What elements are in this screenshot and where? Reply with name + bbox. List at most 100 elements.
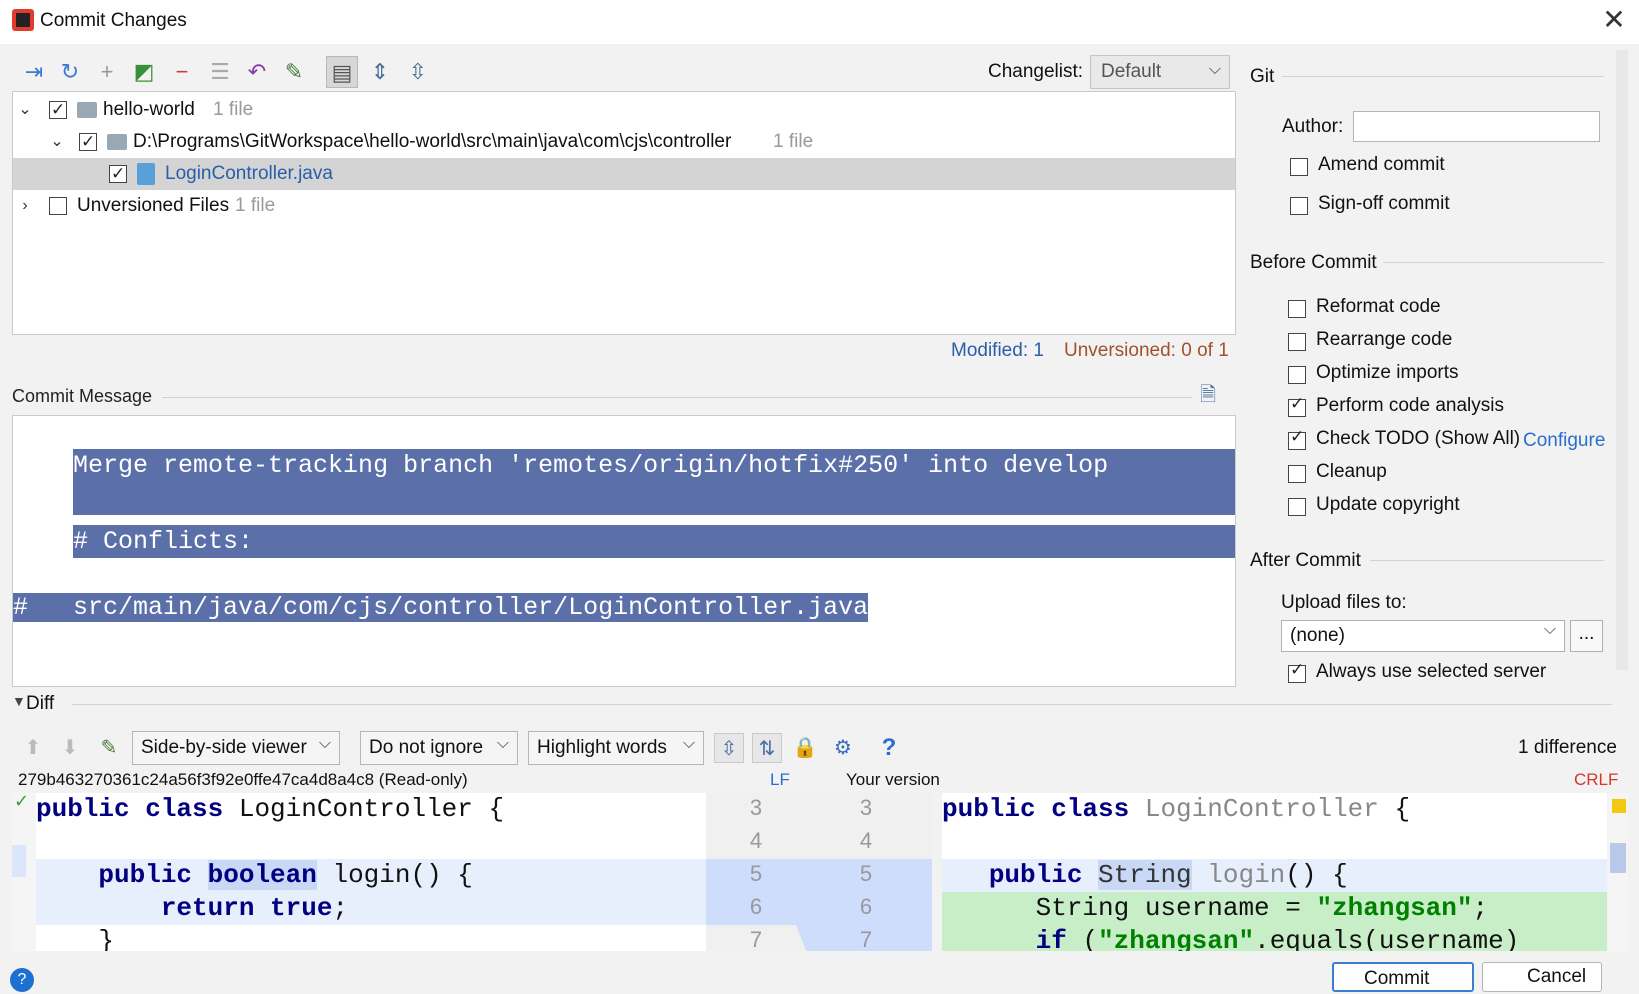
- chevron-down-icon: ⌵: [1543, 621, 1556, 638]
- left-line-number: 7: [749, 927, 763, 952]
- next-difference-icon[interactable]: ⬇: [55, 733, 85, 763]
- browse-servers-button[interactable]: ...: [1570, 620, 1603, 652]
- close-icon[interactable]: ✕: [1600, 6, 1628, 36]
- commit-message-line-4: # src/main/java/com/cjs/controller/Login…: [13, 593, 869, 622]
- move-icon[interactable]: ◩: [128, 56, 160, 88]
- group-by-directory-icon[interactable]: ▤: [326, 56, 358, 88]
- tree-row-file[interactable]: LoginController.java: [13, 158, 1235, 190]
- file-checkbox[interactable]: [109, 158, 127, 190]
- edit-source-icon[interactable]: ✎: [278, 56, 310, 88]
- intellij-app-icon: [12, 9, 34, 31]
- perform-code-analysis-label: Perform code analysis: [1316, 395, 1504, 416]
- module-folder-icon: [77, 102, 97, 118]
- tree-row-repo[interactable]: ⌄ hello-world 1 file: [13, 94, 1235, 126]
- code-line: public String login() {: [942, 859, 1607, 892]
- code-line: public class LoginController {: [36, 794, 505, 824]
- code-line: if ("zhangsan".equals(username): [942, 925, 1607, 951]
- update-copyright-checkbox[interactable]: [1288, 498, 1306, 516]
- commit-message-text[interactable]: Merge remote-tracking branch 'remotes/or…: [13, 416, 1235, 686]
- author-field[interactable]: [1353, 111, 1600, 142]
- right-code-pane[interactable]: public class LoginController { public St…: [942, 793, 1607, 951]
- revert-icon[interactable]: ↶: [241, 56, 273, 88]
- gear-icon[interactable]: ⚙: [828, 733, 858, 763]
- collapse-all-icon[interactable]: ⇳: [402, 56, 434, 88]
- folder-icon: [107, 134, 127, 150]
- group-icon[interactable]: ☰: [204, 56, 236, 88]
- refresh-icon[interactable]: ↻: [54, 56, 86, 88]
- commit-history-icon[interactable]: 🗎: [1200, 380, 1224, 406]
- chevron-down-icon[interactable]: ⌄: [17, 94, 33, 126]
- right-line-number: 4: [859, 828, 873, 853]
- help-icon[interactable]: ?: [874, 733, 904, 763]
- right-line-number: 7: [859, 927, 873, 952]
- always-use-server-checkbox[interactable]: [1288, 660, 1306, 683]
- changelist-select[interactable]: Default ⌵: [1090, 55, 1230, 89]
- left-code-pane[interactable]: public class LoginController { public bo…: [36, 793, 706, 951]
- rearrange-code-label: Rearrange code: [1316, 329, 1453, 350]
- always-use-server-label: Always use selected server: [1316, 661, 1547, 682]
- collapse-triangle-icon[interactable]: ▼: [12, 693, 26, 709]
- upload-server-value: (none): [1290, 625, 1345, 646]
- lock-icon[interactable]: 🔒: [790, 733, 820, 763]
- configure-link[interactable]: Configure: [1523, 430, 1605, 452]
- diff-gutter: 3 4 5 6 7 3 4 5 6 7: [706, 793, 932, 952]
- left-line-separator: LF: [770, 770, 790, 789]
- add-icon[interactable]: +: [91, 56, 123, 88]
- edit-source-icon[interactable]: ✎: [94, 733, 124, 763]
- collapse-unchanged-icon[interactable]: ⇳: [714, 733, 744, 763]
- before-commit-title: Before Commit: [1250, 252, 1377, 273]
- title-bar: Commit Changes ✕: [0, 0, 1639, 44]
- chevron-down-icon[interactable]: ⌄: [49, 126, 65, 158]
- scroll-thumb[interactable]: [1610, 843, 1626, 873]
- left-line-number: 3: [749, 795, 763, 820]
- chevron-right-icon[interactable]: ›: [17, 190, 33, 222]
- highlight-select[interactable]: Highlight words: [528, 728, 704, 765]
- cancel-button[interactable]: Cancel: [1482, 962, 1602, 992]
- right-panel-scrollbar[interactable]: [1616, 50, 1628, 670]
- check-icon: ✓: [14, 791, 30, 811]
- reformat-code-checkbox[interactable]: [1288, 300, 1306, 318]
- code-line: String username = "zhangsan";: [942, 892, 1607, 925]
- remove-icon[interactable]: −: [166, 56, 198, 88]
- previous-difference-icon[interactable]: ⬆: [18, 733, 48, 763]
- file-name: LoginController.java: [165, 163, 333, 184]
- java-file-icon: [137, 163, 155, 185]
- tree-row-directory[interactable]: ⌄ D:\Programs\GitWorkspace\hello-world\s…: [13, 126, 1235, 158]
- unversioned-checkbox[interactable]: [49, 197, 67, 215]
- optimize-imports-checkbox[interactable]: [1288, 366, 1306, 384]
- whitespace-select[interactable]: Do not ignore: [360, 728, 518, 765]
- section-divider: [162, 397, 1192, 398]
- sync-scroll-icon[interactable]: ⇅: [752, 733, 782, 763]
- commit-message-editor[interactable]: Merge remote-tracking branch 'remotes/or…: [12, 415, 1236, 687]
- show-diff-icon[interactable]: ⇥: [18, 56, 50, 88]
- viewer-mode-select[interactable]: Side-by-side viewer: [132, 728, 340, 765]
- signoff-commit-checkbox[interactable]: [1290, 197, 1308, 215]
- cleanup-checkbox[interactable]: [1288, 465, 1306, 483]
- rearrange-code-checkbox[interactable]: [1288, 333, 1306, 351]
- help-icon[interactable]: ?: [10, 968, 34, 992]
- modified-count: Modified: 1: [951, 340, 1044, 361]
- signoff-commit-label: Sign-off commit: [1318, 193, 1450, 214]
- window-title: Commit Changes: [40, 10, 187, 31]
- tree-row-unversioned[interactable]: › Unversioned Files 1 file: [13, 190, 1235, 222]
- right-line-number: 3: [859, 795, 873, 820]
- left-line-number: 5: [749, 861, 763, 886]
- directory-checkbox[interactable]: [79, 126, 97, 158]
- commit-button[interactable]: Commit: [1332, 962, 1474, 992]
- unversioned-label: Unversioned Files: [77, 195, 230, 216]
- right-line-number: 5: [859, 861, 873, 886]
- expand-all-icon[interactable]: ⇕: [364, 56, 396, 88]
- upload-files-label: Upload files to:: [1281, 592, 1407, 613]
- perform-code-analysis-checkbox[interactable]: [1288, 394, 1306, 417]
- changelist-label: Changelist:: [988, 61, 1084, 82]
- check-todo-checkbox[interactable]: [1288, 427, 1306, 450]
- code-line: public class LoginController {: [942, 794, 1411, 824]
- amend-commit-checkbox[interactable]: [1290, 158, 1308, 176]
- repo-checkbox[interactable]: [49, 94, 67, 126]
- update-copyright-label: Update copyright: [1316, 494, 1460, 515]
- section-divider: [1282, 76, 1604, 77]
- upload-server-select[interactable]: (none) ⌵: [1281, 620, 1565, 652]
- author-label: Author:: [1282, 116, 1344, 137]
- diff-scrollbar[interactable]: [1608, 793, 1628, 951]
